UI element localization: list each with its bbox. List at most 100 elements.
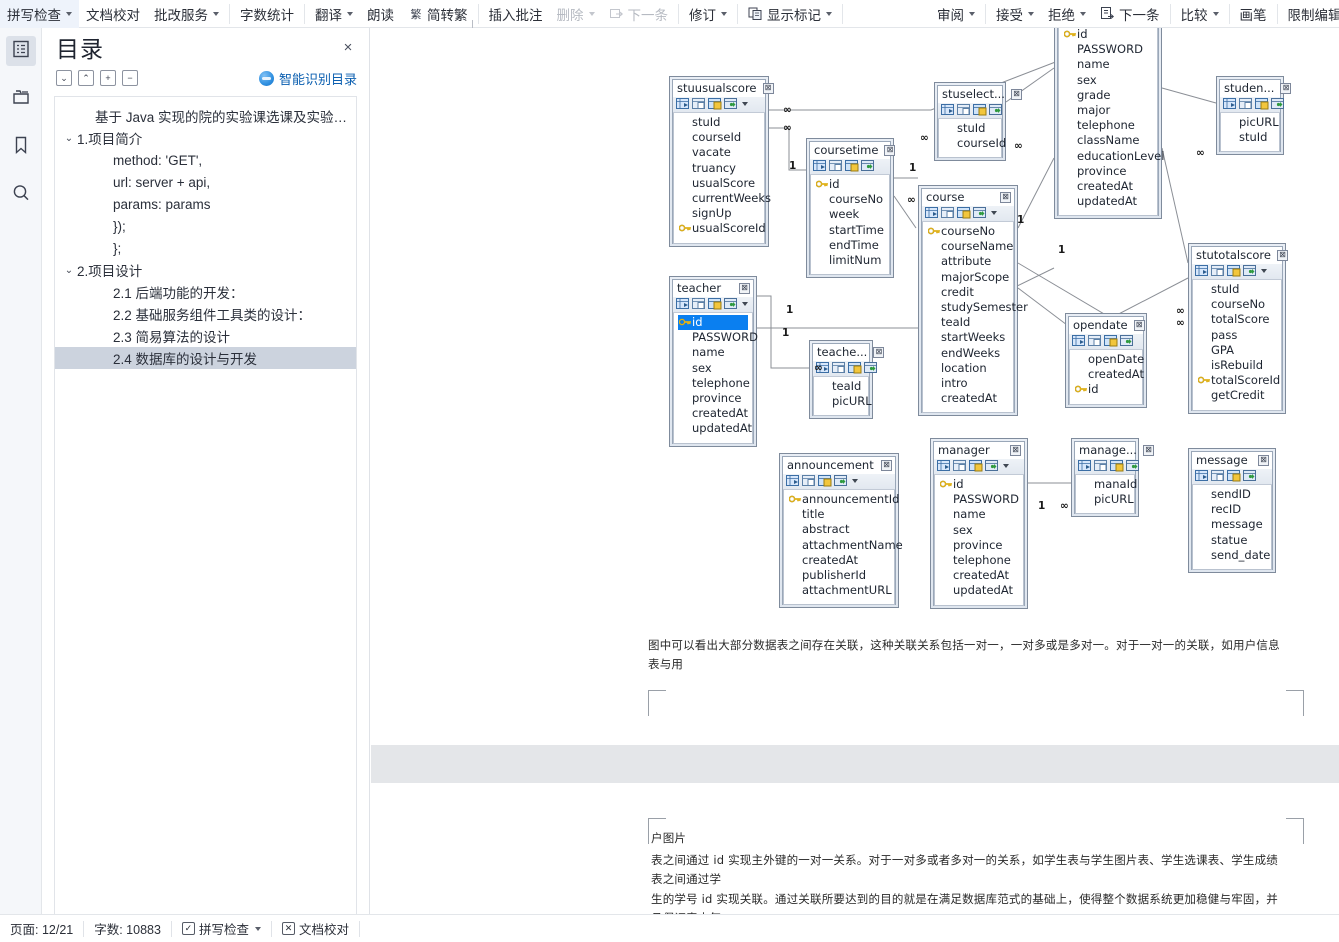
collapse-up-button[interactable]: ⌃: [78, 70, 94, 86]
table-view-icon[interactable]: [813, 160, 827, 172]
er-field[interactable]: signUp: [678, 206, 760, 221]
rail-folder-button[interactable]: [6, 84, 36, 114]
toolbar-next-change[interactable]: 下一条: [1093, 0, 1167, 28]
er-table-header[interactable]: coursetime ⊠: [810, 142, 896, 159]
er-field[interactable]: name: [678, 345, 748, 360]
er-field[interactable]: manaId: [1080, 477, 1137, 492]
status-wordcount[interactable]: 字数: 10883: [84, 915, 171, 942]
er-field[interactable]: attribute: [927, 254, 1009, 269]
er-field[interactable]: limitNum: [815, 253, 885, 268]
er-field[interactable]: telephone: [1063, 118, 1153, 133]
table-data-icon[interactable]: [832, 362, 846, 374]
er-field[interactable]: picURL: [1225, 115, 1279, 130]
table-view-icon[interactable]: [1195, 470, 1209, 482]
er-field[interactable]: totalScoreId: [1197, 373, 1280, 388]
table-relation-icon[interactable]: [834, 475, 848, 487]
chevron-down-icon[interactable]: [1003, 464, 1009, 468]
table-data-icon[interactable]: [941, 207, 955, 219]
table-view-icon[interactable]: [1223, 98, 1237, 110]
er-field[interactable]: updatedAt: [678, 421, 752, 436]
er-field[interactable]: province: [1063, 164, 1153, 179]
toc-list[interactable]: 基于 Java 实现的院的实验课选课及实验室管理 ...⌄1.项目简介metho…: [54, 96, 357, 914]
er-table-managerpic[interactable]: manage... ⊠ manaId picURL: [1071, 438, 1154, 518]
er-table-teacherpic[interactable]: teache... ⊠ teaId picURL: [809, 340, 885, 420]
toc-item[interactable]: method: 'GET',: [55, 149, 356, 171]
table-key-icon[interactable]: [969, 460, 983, 472]
er-field[interactable]: studySemester: [927, 300, 1028, 315]
er-field[interactable]: pass: [1197, 328, 1277, 343]
er-field[interactable]: location: [927, 361, 1009, 376]
toolbar-next-comment[interactable]: 下一条: [602, 0, 676, 28]
er-table-message[interactable]: message ⊠ sendID recID message statue send_dat…: [1188, 448, 1276, 573]
er-field[interactable]: recID: [1197, 502, 1267, 517]
er-field[interactable]: picURL: [818, 394, 872, 409]
er-field[interactable]: sendID: [1197, 487, 1267, 502]
er-field[interactable]: endTime: [815, 238, 885, 253]
status-proofread[interactable]: ✕ 文档校对: [272, 915, 359, 942]
chevron-down-icon[interactable]: [742, 302, 748, 306]
er-table-header[interactable]: course ⊠: [922, 189, 1014, 206]
toc-item[interactable]: params: params: [55, 193, 356, 215]
er-field[interactable]: telephone: [678, 376, 750, 391]
er-field[interactable]: courseNo: [927, 224, 1009, 239]
table-relation-icon[interactable]: [1120, 335, 1134, 347]
er-field[interactable]: usualScoreId: [678, 221, 766, 236]
toolbar-word-count[interactable]: 字数统计: [233, 0, 301, 28]
table-key-icon[interactable]: [1227, 470, 1241, 482]
chevron-down-icon[interactable]: ⌄: [61, 133, 77, 144]
close-icon[interactable]: ⊠: [739, 282, 750, 294]
er-field[interactable]: usualScore: [678, 176, 760, 191]
chevron-down-icon[interactable]: ⌄: [61, 265, 77, 276]
er-field[interactable]: abstract: [788, 522, 890, 537]
toc-item[interactable]: 2.2 基础服务组件工具类的设计：: [55, 303, 356, 325]
er-field[interactable]: week: [815, 207, 885, 222]
close-icon[interactable]: ⊠: [1280, 82, 1292, 94]
table-data-icon[interactable]: [692, 98, 706, 110]
er-field[interactable]: send_date: [1197, 548, 1270, 563]
er-field[interactable]: name: [939, 507, 1019, 522]
table-view-icon[interactable]: [1072, 335, 1086, 347]
table-relation-icon[interactable]: [985, 460, 999, 472]
er-table-header[interactable]: teacher ⊠: [673, 280, 753, 297]
er-table-header[interactable]: opendate ⊠: [1069, 317, 1145, 334]
er-field[interactable]: message: [1197, 517, 1267, 532]
er-field[interactable]: startTime: [815, 223, 885, 238]
er-table-header[interactable]: announcement ⊠: [783, 457, 895, 474]
toolbar-simplified-to-traditional[interactable]: 繁简转繁: [401, 0, 475, 30]
toolbar-correction-service[interactable]: 批改服务: [147, 0, 226, 28]
er-field[interactable]: announcementId: [788, 492, 899, 507]
table-relation-icon[interactable]: [1271, 98, 1285, 110]
er-field[interactable]: attachmentName: [788, 538, 903, 553]
table-relation-icon[interactable]: [989, 104, 1003, 116]
er-field[interactable]: stuId: [943, 121, 997, 136]
er-field[interactable]: courseNo: [1197, 297, 1277, 312]
table-key-icon[interactable]: [1227, 265, 1241, 277]
expand-all-button[interactable]: +: [100, 70, 116, 86]
toolbar-restrict-editing[interactable]: 限制编辑: [1281, 0, 1339, 28]
table-data-icon[interactable]: [829, 160, 843, 172]
chevron-down-icon[interactable]: [1261, 269, 1267, 273]
rail-bookmark-button[interactable]: [6, 132, 36, 162]
close-icon[interactable]: ⊠: [1258, 454, 1269, 466]
rail-outline-button[interactable]: [5, 36, 36, 66]
table-data-icon[interactable]: [1211, 470, 1225, 482]
table-view-icon[interactable]: [925, 207, 939, 219]
er-table-announcement[interactable]: announcement ⊠ announcementId title abstract…: [779, 453, 903, 609]
toc-item[interactable]: ⌄ 2.项目设计: [55, 259, 356, 281]
er-field[interactable]: stuId: [1197, 282, 1277, 297]
table-key-icon[interactable]: [1104, 335, 1118, 347]
er-field[interactable]: truancy: [678, 161, 760, 176]
toolbar-show-markup[interactable]: 显示标记: [741, 0, 839, 28]
table-relation-icon[interactable]: [724, 298, 738, 310]
table-view-icon[interactable]: [786, 475, 800, 487]
table-key-icon[interactable]: [957, 207, 971, 219]
rail-search-button[interactable]: [6, 180, 36, 210]
er-field[interactable]: createdAt: [788, 553, 890, 568]
er-field[interactable]: currentWeeks: [678, 191, 771, 206]
table-relation-icon[interactable]: [1243, 265, 1257, 277]
toolbar-accept-change[interactable]: 接受: [989, 0, 1041, 28]
close-icon[interactable]: ⊠: [881, 459, 892, 471]
er-field[interactable]: startWeeks: [927, 330, 1009, 345]
table-relation-icon[interactable]: [1126, 460, 1140, 472]
er-field[interactable]: name: [1063, 57, 1153, 72]
